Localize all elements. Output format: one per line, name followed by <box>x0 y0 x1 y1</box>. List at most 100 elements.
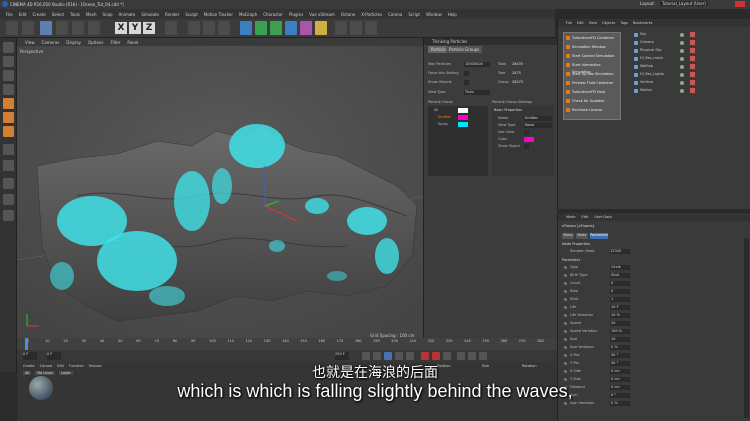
model-mode-button[interactable] <box>3 56 14 67</box>
spline-button[interactable] <box>270 21 282 35</box>
object-menu-item[interactable]: View <box>589 21 597 25</box>
object-menu-item[interactable]: Tags <box>620 21 628 25</box>
visibility-dots-icon[interactable] <box>680 73 684 77</box>
select-tool-button[interactable] <box>40 21 52 35</box>
attribute-menu-item[interactable]: Mode <box>566 215 576 219</box>
record-button[interactable] <box>421 352 429 360</box>
current-frame-field[interactable]: 0 F <box>23 352 37 360</box>
turbulence-menu-item[interactable]: Preview Fluid Container <box>566 80 620 87</box>
tab-parameter[interactable]: Parameter <box>590 233 608 239</box>
max-particles-field[interactable]: 10000000 <box>464 62 490 67</box>
object-menu-item[interactable]: Edit <box>577 21 584 25</box>
parameter-value[interactable]: 10 F <box>610 305 630 310</box>
parameter-value[interactable]: Shot <box>610 273 630 278</box>
generator-button[interactable] <box>255 21 267 35</box>
parameter-value[interactable]: 0 % <box>610 345 630 350</box>
menu-item[interactable]: Tools <box>70 12 80 17</box>
parameter-value[interactable]: 45 ° <box>610 353 630 358</box>
force-setting-checkbox[interactable] <box>464 71 469 76</box>
scale-tool-button[interactable] <box>72 21 84 35</box>
vt-select[interactable]: None <box>524 123 552 128</box>
go-to-end-button[interactable] <box>406 352 414 360</box>
parameter-value[interactable]: 10 % <box>610 313 630 318</box>
animate-dot-icon[interactable] <box>564 290 567 293</box>
tag-icon[interactable] <box>690 40 695 45</box>
menu-item[interactable]: Corona <box>388 12 402 17</box>
group-spray[interactable]: Spray <box>438 122 448 127</box>
viewport-menu-item[interactable]: Display <box>66 40 81 45</box>
group-emitter[interactable]: Emitter <box>438 115 451 120</box>
parameter-value[interactable]: 100 % <box>610 329 630 334</box>
deformer-button[interactable] <box>285 21 297 35</box>
object-row[interactable]: Vertical <box>634 80 750 86</box>
plugin-button-3[interactable] <box>365 21 377 35</box>
tag-icon[interactable] <box>690 64 695 69</box>
go-to-start-button[interactable] <box>362 352 370 360</box>
random-seed-field[interactable]: 12345 <box>610 249 630 254</box>
tag-icon[interactable] <box>690 80 695 85</box>
playhead[interactable] <box>25 338 28 350</box>
tweak-mode-button[interactable] <box>3 160 14 171</box>
perspective-viewport[interactable] <box>17 46 427 342</box>
turbulence-menu-item[interactable]: TurbulenceFD Container <box>566 35 620 42</box>
viewport-menu-item[interactable]: View <box>25 40 35 45</box>
tag-icon[interactable] <box>690 72 695 77</box>
animate-dot-icon[interactable] <box>564 298 567 301</box>
object-row[interactable]: WalSep <box>634 64 750 70</box>
name-field[interactable]: Emitter <box>524 116 552 121</box>
scene-button[interactable] <box>300 21 312 35</box>
end-frame-field[interactable]: 250 F <box>335 352 349 360</box>
visibility-dots-icon[interactable] <box>680 33 684 37</box>
light-button[interactable] <box>315 21 327 35</box>
object-row[interactable]: Physical Sky <box>634 48 750 54</box>
turbulence-menu-item[interactable]: Purchase License <box>566 107 620 114</box>
turbulence-menu-item[interactable]: TurbulenceFD Help <box>566 89 620 96</box>
menu-item[interactable]: Motion Tracker <box>204 12 233 17</box>
visibility-dots-icon[interactable] <box>680 65 684 69</box>
axis-mode-button[interactable] <box>3 144 14 155</box>
parameter-value[interactable]: 20 <box>610 321 630 326</box>
visibility-dots-icon[interactable] <box>680 81 684 85</box>
planar-workplane-button[interactable] <box>3 210 14 221</box>
menu-item[interactable]: Simulate <box>141 12 159 17</box>
animate-dot-icon[interactable] <box>564 306 567 309</box>
layout-select[interactable]: Tutorial_Layout (User) <box>660 1 708 6</box>
texture-mode-button[interactable] <box>3 70 14 81</box>
rotation-key-button[interactable] <box>479 352 487 360</box>
tab-basic[interactable]: Basic <box>562 233 574 239</box>
edges-mode-button[interactable] <box>3 112 14 123</box>
plugin-button-2[interactable] <box>350 21 362 35</box>
show-objects-checkbox[interactable] <box>464 80 469 85</box>
viewport-menu-item[interactable]: Options <box>88 40 103 45</box>
tab-particle-groups[interactable]: Particle Groups <box>446 46 483 53</box>
menu-item[interactable]: Window <box>426 12 442 17</box>
menu-item[interactable]: Octane <box>341 12 355 17</box>
autokey-button[interactable] <box>432 352 440 360</box>
tag-icon[interactable] <box>690 88 695 93</box>
redo-button[interactable] <box>22 21 34 35</box>
show-object-checkbox[interactable] <box>524 144 529 149</box>
points-mode-button[interactable] <box>3 98 14 109</box>
play-button[interactable] <box>384 352 392 360</box>
menu-item[interactable]: Edit <box>19 12 27 17</box>
menu-item[interactable]: File <box>6 12 13 17</box>
parameter-value[interactable]: 10 <box>610 337 630 342</box>
next-frame-button[interactable] <box>395 352 403 360</box>
menu-item[interactable]: Animate <box>119 12 136 17</box>
parameter-value[interactable]: 1 <box>610 297 630 302</box>
animate-dot-icon[interactable] <box>564 266 567 269</box>
object-row[interactable]: Camera <box>634 40 750 46</box>
undo-button[interactable] <box>6 21 18 35</box>
menu-item[interactable]: Character <box>263 12 283 17</box>
visibility-dots-icon[interactable] <box>680 89 684 93</box>
plugin-button-1[interactable] <box>335 21 347 35</box>
menu-item[interactable]: Mesh <box>86 12 97 17</box>
menu-item[interactable]: Sculpt <box>185 12 198 17</box>
turbulence-menu-item[interactable]: Start Up-Res Simulation <box>566 71 620 78</box>
turbulence-menu-item[interactable]: Start Cached Simulation <box>566 53 620 60</box>
turbulence-menu-item[interactable]: Check for Updates <box>566 98 620 105</box>
position-key-button[interactable] <box>457 352 465 360</box>
polygons-mode-button[interactable] <box>3 126 14 137</box>
visibility-dots-icon[interactable] <box>680 57 684 61</box>
view-type-select[interactable]: Ticks <box>464 90 490 95</box>
